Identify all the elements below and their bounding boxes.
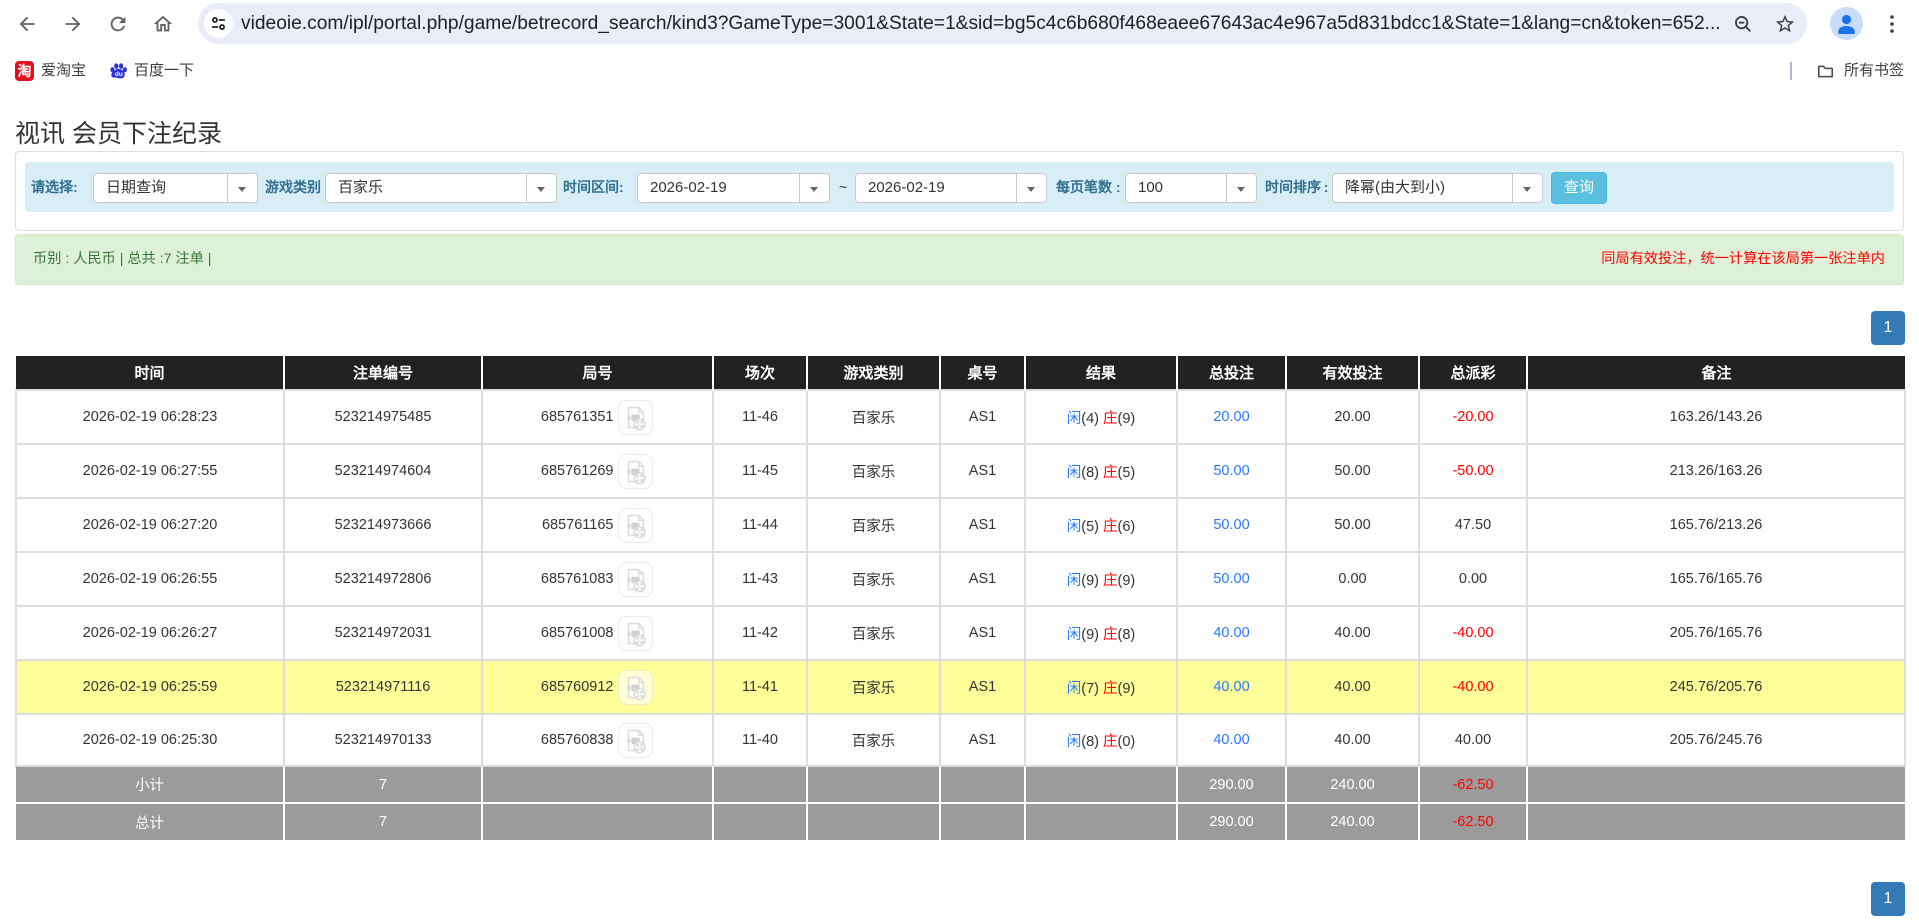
svg-text:du: du	[115, 71, 123, 78]
